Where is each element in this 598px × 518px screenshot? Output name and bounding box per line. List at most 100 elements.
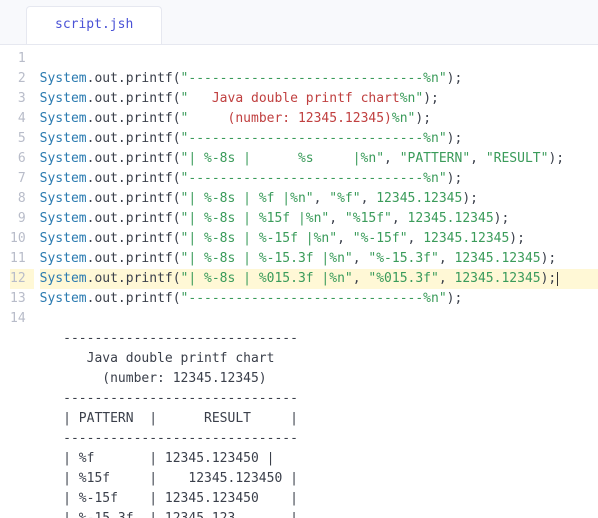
code-line[interactable]: System.out.printf("| %-8s | %-15f |%n", … (40, 229, 598, 249)
output-line: | %f | 12345.123450 | (40, 449, 598, 469)
line-number (10, 449, 26, 469)
code-editor: script.jsh 1234567891011121314 System.ou… (0, 0, 598, 518)
token-plain: ); (541, 251, 557, 266)
code-line[interactable]: System.out.printf("| %-8s | %s |%n", "PA… (40, 149, 598, 169)
line-number: 13 (10, 289, 26, 309)
token-str: %n" (400, 91, 423, 106)
line-number: 12 (10, 269, 34, 289)
code-line[interactable] (40, 309, 598, 329)
output-line: Java double printf chart (40, 349, 598, 369)
token-str: "| %-8s | %-15.3f |%n" (181, 251, 353, 266)
output-line: | %15f | 12345.123450 | (40, 469, 598, 489)
token-num: 12345.12345 (455, 271, 541, 286)
code-line[interactable]: System.out.printf("---------------------… (40, 169, 598, 189)
token-red: Java double printf chart (212, 91, 400, 106)
token-plain: , (384, 151, 400, 166)
token-str: " (181, 91, 212, 106)
line-number (10, 369, 26, 389)
code-line[interactable]: System.out.printf("| %-8s | %-15.3f |%n"… (40, 249, 598, 269)
token-str: "------------------------------%n" (181, 171, 447, 186)
token-str: "%-15f" (353, 231, 408, 246)
token-str: "| %-8s | %s |%n" (181, 151, 385, 166)
token-plain: ); (462, 191, 478, 206)
token-str: "| %-8s | %f |%n" (181, 191, 314, 206)
token-plain: .out.printf( (87, 271, 181, 286)
line-number (10, 409, 26, 429)
token-plain: .out.printf( (87, 131, 181, 146)
token-str: "%15f" (345, 211, 392, 226)
line-number (10, 389, 26, 409)
code-line[interactable]: System.out.printf(" (number: 12345.12345… (40, 109, 598, 129)
token-plain: , (314, 191, 330, 206)
code-lines[interactable]: System.out.printf("---------------------… (34, 45, 598, 518)
code-line[interactable]: System.out.printf("| %-8s | %015.3f |%n"… (40, 269, 598, 289)
token-type: System (40, 111, 87, 126)
token-plain: ); (447, 291, 463, 306)
code-line[interactable]: System.out.printf("---------------------… (40, 289, 598, 309)
text-cursor (557, 272, 558, 286)
output-line: ------------------------------ (40, 429, 598, 449)
token-str: %n" (392, 111, 415, 126)
token-plain: ); (447, 131, 463, 146)
token-type: System (40, 171, 87, 186)
code-line[interactable]: System.out.printf("| %-8s | %f |%n", "%f… (40, 189, 598, 209)
line-number (10, 489, 26, 509)
token-num: 12345.12345 (408, 211, 494, 226)
token-plain: .out.printf( (87, 251, 181, 266)
code-line[interactable]: System.out.printf(" Java double printf c… (40, 89, 598, 109)
token-str: "PATTERN" (400, 151, 470, 166)
line-number (10, 349, 26, 369)
token-plain: ); (548, 151, 564, 166)
line-number: 9 (10, 209, 26, 229)
token-str: "------------------------------%n" (181, 71, 447, 86)
output-line: | %-15.3f | 12345.123 | (40, 509, 598, 518)
token-type: System (40, 231, 87, 246)
output-line: ------------------------------ (40, 329, 598, 349)
line-number: 3 (10, 89, 26, 109)
token-plain: , (408, 231, 424, 246)
token-plain: , (337, 231, 353, 246)
line-number: 11 (10, 249, 26, 269)
token-type: System (40, 91, 87, 106)
token-str: "%-15.3f" (368, 251, 438, 266)
output-line: ------------------------------ (40, 389, 598, 409)
tab-script[interactable]: script.jsh (26, 6, 162, 44)
line-number: 5 (10, 129, 26, 149)
line-number (10, 509, 26, 518)
token-type: System (40, 191, 87, 206)
tab-bar: script.jsh (0, 0, 598, 44)
line-number (10, 469, 26, 489)
token-num: 12345.12345 (455, 251, 541, 266)
line-gutter: 1234567891011121314 (0, 45, 34, 518)
token-plain: ); (494, 211, 510, 226)
line-number: 8 (10, 189, 26, 209)
code-line[interactable]: System.out.printf("| %-8s | %15f |%n", "… (40, 209, 598, 229)
token-plain: .out.printf( (87, 111, 181, 126)
token-str: "------------------------------%n" (181, 291, 447, 306)
token-plain: .out.printf( (87, 91, 181, 106)
line-number: 4 (10, 109, 26, 129)
code-line[interactable]: System.out.printf("---------------------… (40, 129, 598, 149)
token-str: "%015.3f" (368, 271, 438, 286)
token-num: 12345.12345 (423, 231, 509, 246)
token-type: System (40, 271, 87, 286)
token-plain: , (439, 271, 455, 286)
token-plain: , (353, 251, 369, 266)
token-str: "| %-8s | %-15f |%n" (181, 231, 338, 246)
line-number (10, 429, 26, 449)
line-number: 7 (10, 169, 26, 189)
output-line: | %-15f | 12345.123450 | (40, 489, 598, 509)
code-area[interactable]: 1234567891011121314 System.out.printf("-… (0, 44, 598, 518)
token-plain: , (353, 271, 369, 286)
token-plain: .out.printf( (87, 231, 181, 246)
line-number (10, 329, 26, 349)
token-str: "| %-8s | %15f |%n" (181, 211, 330, 226)
token-plain: , (361, 191, 377, 206)
token-plain: ); (415, 111, 431, 126)
code-line[interactable]: System.out.printf("---------------------… (40, 69, 598, 89)
token-type: System (40, 71, 87, 86)
code-line[interactable] (40, 49, 598, 69)
token-plain: ); (541, 271, 557, 286)
line-number: 2 (10, 69, 26, 89)
line-number: 6 (10, 149, 26, 169)
